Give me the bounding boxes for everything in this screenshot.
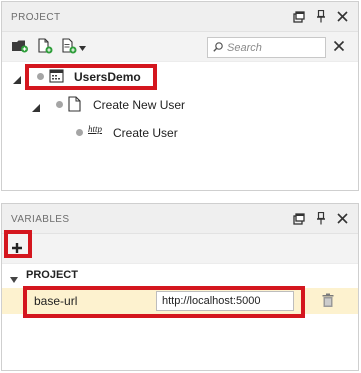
- tree-item-create-user[interactable]: http Create User: [2, 121, 358, 145]
- highlight-box: [4, 230, 32, 258]
- status-dot-icon: [76, 129, 83, 136]
- search-input[interactable]: [227, 41, 327, 54]
- file-icon: [68, 96, 81, 115]
- float-window-icon[interactable]: [291, 9, 306, 24]
- search-box[interactable]: [207, 37, 327, 58]
- variables-section-project[interactable]: PROJECT: [2, 263, 358, 287]
- pin-icon[interactable]: [313, 9, 328, 24]
- chevron-down-icon[interactable]: [10, 272, 18, 286]
- tree-item-label: Create New User: [93, 98, 186, 112]
- highlight-box: [25, 64, 157, 90]
- add-folder-icon: [11, 39, 29, 56]
- variables-toolbar: [2, 234, 358, 264]
- add-folder-button[interactable]: [11, 39, 29, 55]
- highlight-box: [23, 286, 305, 318]
- expand-arrow-icon[interactable]: [32, 101, 40, 115]
- close-icon[interactable]: [335, 211, 350, 226]
- variables-panel-title: VARIABLES: [11, 214, 70, 225]
- tree-item-label: Create User: [113, 126, 178, 140]
- section-label: PROJECT: [26, 269, 78, 281]
- clear-search-icon[interactable]: [333, 40, 347, 54]
- tree-item-create-new-user[interactable]: Create New User: [2, 93, 358, 117]
- pin-icon[interactable]: [313, 211, 328, 226]
- expand-arrow-icon[interactable]: [13, 73, 21, 87]
- project-panel: PROJECT Search UsersDemo Create New User…: [1, 1, 359, 191]
- http-request-icon: http: [88, 124, 103, 134]
- new-file-button[interactable]: [37, 37, 53, 57]
- status-dot-icon: [56, 101, 63, 108]
- variables-panel: VARIABLES PROJECT base-url http://localh…: [1, 203, 359, 371]
- chevron-down-icon: [79, 40, 86, 54]
- search-icon: [213, 41, 223, 55]
- new-test-icon: [61, 37, 77, 57]
- close-icon[interactable]: [335, 9, 350, 24]
- project-panel-title: PROJECT: [11, 12, 61, 23]
- project-toolbar: [2, 32, 358, 62]
- project-panel-header: PROJECT: [2, 2, 358, 32]
- variables-panel-header: VARIABLES: [2, 204, 358, 234]
- new-test-dropdown-button[interactable]: [61, 37, 86, 57]
- float-window-icon[interactable]: [291, 211, 306, 226]
- new-file-icon: [37, 37, 53, 57]
- delete-icon[interactable]: [322, 293, 334, 311]
